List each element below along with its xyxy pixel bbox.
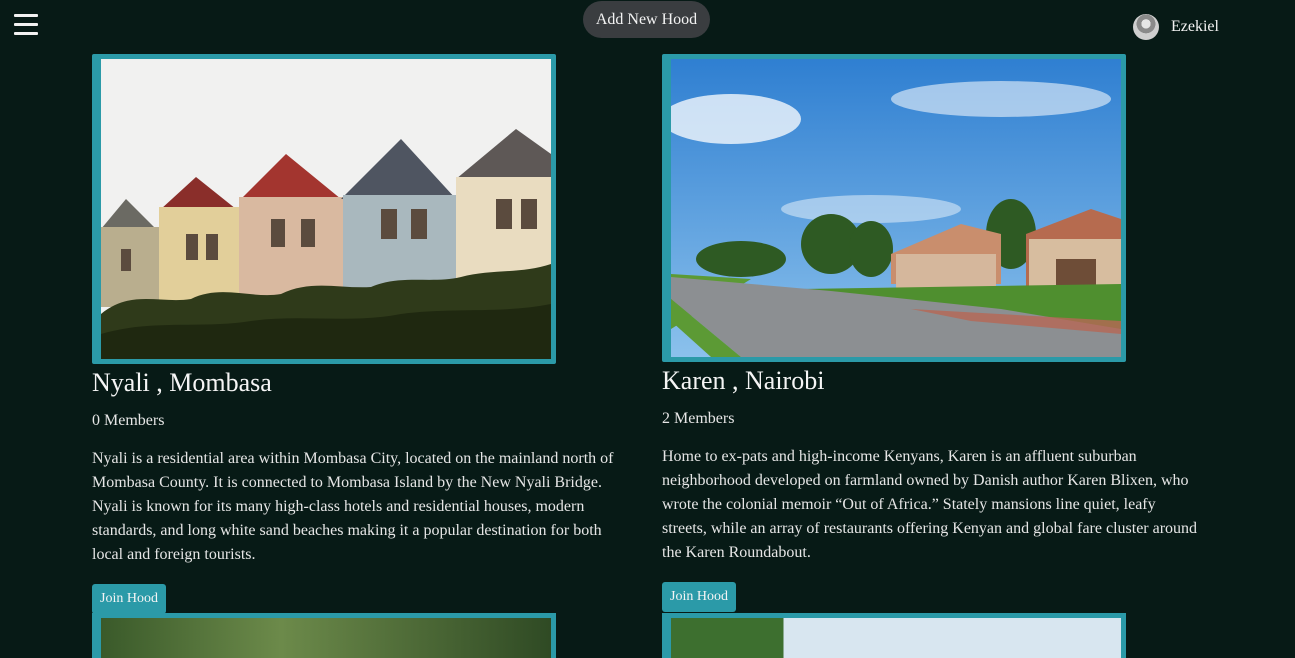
hood-image-next <box>662 613 1126 658</box>
hood-title: Karen , Nairobi <box>662 366 825 395</box>
hood-card-nyali: Nyali , Mombasa 0 Members Nyali is a res… <box>92 54 632 614</box>
hood-title: Nyali , Mombasa <box>92 368 272 397</box>
hood-description: Home to ex-pats and high-income Kenyans,… <box>662 448 1198 561</box>
join-hood-button[interactable]: Join Hood <box>662 582 736 612</box>
hood-description: Nyali is a residential area within Momba… <box>92 450 614 563</box>
hood-image-karen <box>662 54 1126 362</box>
user-profile[interactable]: Ezekiel <box>1133 14 1219 40</box>
join-hood-button[interactable]: Join Hood <box>92 584 166 614</box>
add-new-hood-button[interactable]: Add New Hood <box>583 1 710 38</box>
hood-card-karen: Karen , Nairobi 2 Members Home to ex-pat… <box>662 54 1202 612</box>
members-count: 0 Members <box>92 412 165 429</box>
hood-image-next <box>92 613 556 658</box>
hamburger-menu-icon[interactable] <box>14 14 38 38</box>
hood-image-nyali <box>92 54 556 364</box>
members-count: 2 Members <box>662 410 735 427</box>
username: Ezekiel <box>1171 18 1219 35</box>
avatar <box>1133 14 1159 40</box>
